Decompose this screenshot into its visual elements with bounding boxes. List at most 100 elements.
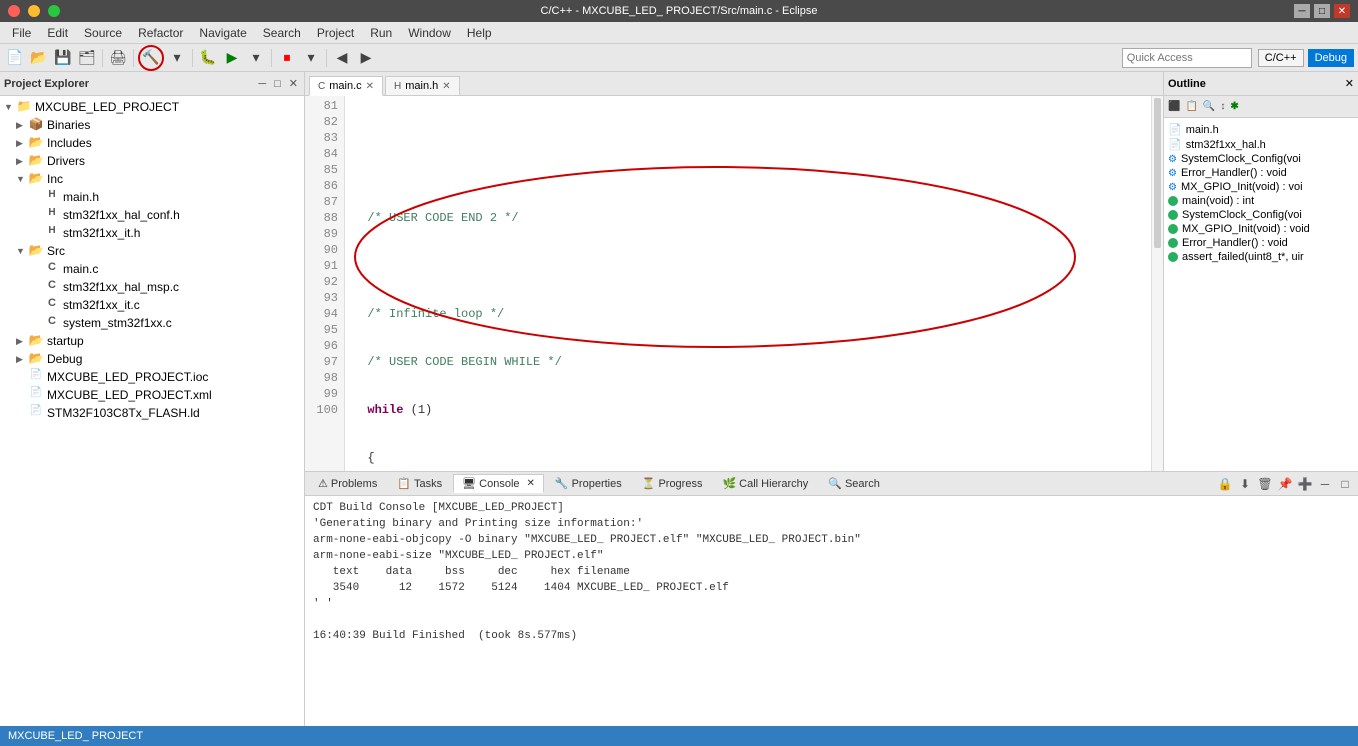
outline-main-def[interactable]: main(void) : int [1168, 194, 1354, 208]
outline-main-def-label: main(void) : int [1182, 195, 1254, 207]
menu-help[interactable]: Help [459, 24, 500, 42]
console-close[interactable]: ✕ [527, 478, 535, 489]
tree-item-hal-msp-c[interactable]: C stm32f1xx_hal_msp.c [0, 278, 304, 296]
bottom-scroll-lock[interactable]: 🔒 [1216, 475, 1234, 493]
bottom-clear[interactable]: 🗑 [1256, 475, 1274, 493]
tab-main-h-label: main.h [405, 80, 438, 92]
tab-progress[interactable]: ⏳ Progress [633, 474, 712, 493]
sidebar-maximize[interactable]: □ [272, 78, 283, 90]
outline-toolbar-btn1[interactable]: ⬛ [1166, 99, 1182, 114]
toolbar: 📄 📂 💾 🗂 🖨 🔨 ▾ 🐛 ▶ ▾ ⏹ ▾ ◀ ▶ C/C++ Debug [0, 44, 1358, 72]
print-button[interactable]: 🖨 [107, 47, 129, 69]
perspective-debug[interactable]: Debug [1308, 49, 1354, 67]
menu-edit[interactable]: Edit [39, 24, 76, 42]
tree-item-inc[interactable]: ▼ 📂 Inc [0, 170, 304, 188]
menu-source[interactable]: Source [76, 24, 130, 42]
build-dropdown[interactable]: ▾ [166, 47, 188, 69]
bottom-pin[interactable]: 📌 [1276, 475, 1294, 493]
tasks-label: Tasks [414, 478, 442, 490]
outline-toolbar-btn5[interactable]: ✱ [1228, 99, 1240, 114]
new-button[interactable]: 📄 [4, 47, 26, 69]
outline-green-icon1 [1168, 196, 1178, 206]
properties-icon: 🔧 [555, 477, 569, 490]
tab-problems[interactable]: ⚠ Problems [309, 474, 386, 493]
outline-error-handler-decl[interactable]: ⚙ Error_Handler() : void [1168, 166, 1354, 180]
tab-main-c[interactable]: C main.c ✕ [309, 76, 383, 96]
menu-window[interactable]: Window [400, 24, 459, 42]
outline-sysclock-decl[interactable]: ⚙ SystemClock_Config(voi [1168, 152, 1354, 166]
stop-button[interactable]: ⏹ [276, 47, 298, 69]
tree-item-xml[interactable]: 📄 MXCUBE_LED_PROJECT.xml [0, 386, 304, 404]
back-button[interactable]: ◀ [331, 47, 353, 69]
open-button[interactable]: 📂 [28, 47, 50, 69]
outline-toolbar-btn2[interactable]: 📋 [1183, 99, 1199, 114]
max-btn-mac[interactable] [48, 5, 60, 17]
tree-item-hal-conf-h[interactable]: H stm32f1xx_hal_conf.h [0, 206, 304, 224]
bottom-scroll-end[interactable]: ⬇ [1236, 475, 1254, 493]
tab-main-h[interactable]: H main.h ✕ [385, 76, 460, 95]
progress-label: Progress [658, 478, 702, 490]
editor-scrollbar[interactable] [1151, 96, 1163, 471]
tree-item-project[interactable]: ▼ 📁 MXCUBE_LED_PROJECT [0, 98, 304, 116]
menu-file[interactable]: File [4, 24, 39, 42]
menu-bar: File Edit Source Refactor Navigate Searc… [0, 22, 1358, 44]
forward-button[interactable]: ▶ [355, 47, 377, 69]
menu-search[interactable]: Search [255, 24, 309, 42]
tree-item-debug[interactable]: ▶ 📂 Debug [0, 350, 304, 368]
tab-tasks[interactable]: 📋 Tasks [388, 474, 451, 493]
bottom-minimize[interactable]: ─ [1316, 475, 1334, 493]
save-all-button[interactable]: 🗂 [76, 47, 98, 69]
outline-sysclock-def[interactable]: SystemClock_Config(voi [1168, 208, 1354, 222]
outline-hal-h[interactable]: 📄 stm32f1xx_hal.h [1168, 137, 1354, 152]
outline-mxgpio-decl[interactable]: ⚙ MX_GPIO_Init(void) : voi [1168, 180, 1354, 194]
tab-call-hierarchy[interactable]: 🌿 Call Hierarchy [713, 474, 817, 493]
sidebar-minimize[interactable]: ─ [256, 78, 268, 90]
close-btn-mac[interactable] [8, 5, 20, 17]
tab-console[interactable]: 🖥 Console ✕ [453, 474, 544, 493]
maximize-button[interactable]: □ [1314, 4, 1330, 18]
debug-button[interactable]: 🐛 [197, 47, 219, 69]
stop-dropdown[interactable]: ▾ [300, 47, 322, 69]
min-btn-mac[interactable] [28, 5, 40, 17]
right-panel-close[interactable]: ✕ [1345, 77, 1354, 90]
code-editor[interactable]: /* USER CODE END 2 */ /* Infinite loop *… [345, 96, 1151, 471]
menu-navigate[interactable]: Navigate [191, 24, 254, 42]
tab-search[interactable]: 🔍 Search [819, 474, 889, 493]
tree-item-it-c[interactable]: C stm32f1xx_it.c [0, 296, 304, 314]
menu-project[interactable]: Project [309, 24, 362, 42]
tree-item-ld[interactable]: 📄 STM32F103C8Tx_FLASH.ld [0, 404, 304, 422]
run-dropdown[interactable]: ▾ [245, 47, 267, 69]
tree-item-main-c[interactable]: C main.c [0, 260, 304, 278]
tab-properties[interactable]: 🔧 Properties [546, 474, 631, 493]
tree-item-includes[interactable]: ▶ 📂 Includes [0, 134, 304, 152]
tree-item-main-h[interactable]: H main.h [0, 188, 304, 206]
build-button[interactable]: 🔨 [138, 45, 164, 71]
tree-item-ioc[interactable]: 📄 MXCUBE_LED_PROJECT.ioc [0, 368, 304, 386]
tree-item-drivers[interactable]: ▶ 📂 Drivers [0, 152, 304, 170]
bottom-new-console[interactable]: ➕ [1296, 475, 1314, 493]
sidebar-close[interactable]: ✕ [287, 77, 300, 90]
sep1 [102, 49, 103, 67]
outline-main-h[interactable]: 📄 main.h [1168, 122, 1354, 137]
menu-refactor[interactable]: Refactor [130, 24, 191, 42]
outline-assert-def[interactable]: assert_failed(uint8_t*, uir [1168, 250, 1354, 264]
outline-error-def[interactable]: Error_Handler() : void [1168, 236, 1354, 250]
quick-access-input[interactable] [1122, 48, 1252, 68]
close-button[interactable]: ✕ [1334, 4, 1350, 18]
save-button[interactable]: 💾 [52, 47, 74, 69]
tree-item-system-c[interactable]: C system_stm32f1xx.c [0, 314, 304, 332]
run-button[interactable]: ▶ [221, 47, 243, 69]
tree-item-it-h[interactable]: H stm32f1xx_it.h [0, 224, 304, 242]
tab-main-c-close[interactable]: ✕ [366, 81, 374, 92]
outline-mxgpio-def[interactable]: MX_GPIO_Init(void) : void [1168, 222, 1354, 236]
tab-main-h-close[interactable]: ✕ [442, 81, 450, 92]
minimize-button[interactable]: ─ [1294, 4, 1310, 18]
perspective-cc[interactable]: C/C++ [1258, 49, 1304, 67]
outline-toolbar-btn4[interactable]: ↕ [1218, 99, 1227, 114]
menu-run[interactable]: Run [362, 24, 400, 42]
bottom-maximize[interactable]: □ [1336, 475, 1354, 493]
tree-item-startup[interactable]: ▶ 📂 startup [0, 332, 304, 350]
outline-toolbar-btn3[interactable]: 🔍 [1201, 99, 1217, 114]
tree-item-binaries[interactable]: ▶ 📦 Binaries [0, 116, 304, 134]
tree-item-src[interactable]: ▼ 📂 Src [0, 242, 304, 260]
